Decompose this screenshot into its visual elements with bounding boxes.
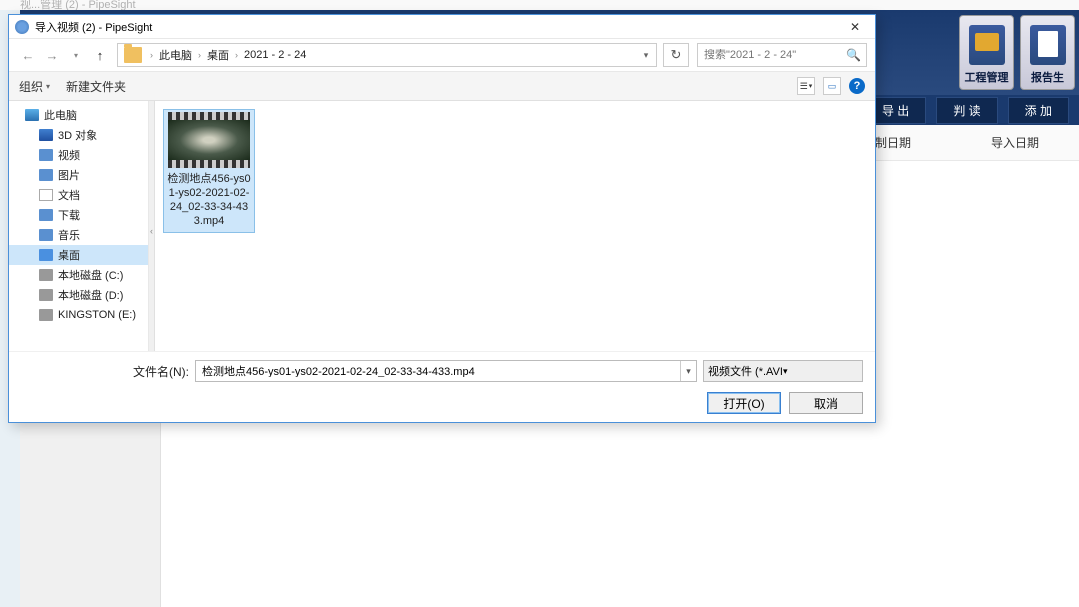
nav-bar: ← → ▾ ↑ › 此电脑 › 桌面 › 2021 - 2 - 24 ▾ ↻ 🔍 bbox=[9, 39, 875, 71]
chevron-right-icon: › bbox=[231, 50, 242, 60]
tree-music[interactable]: 音乐 bbox=[9, 225, 148, 245]
picture-icon bbox=[39, 169, 53, 181]
proj-mgmt-button[interactable]: 工程管理 bbox=[959, 15, 1014, 90]
tree-desktop[interactable]: 桌面 bbox=[9, 245, 148, 265]
folder-icon bbox=[969, 25, 1005, 65]
tree-3d[interactable]: 3D 对象 bbox=[9, 125, 148, 145]
close-button[interactable]: ✕ bbox=[841, 18, 869, 36]
document-icon bbox=[39, 189, 53, 201]
chevron-right-icon: › bbox=[194, 50, 205, 60]
bg-titlebar: 视...管理 (2) - PipeSight bbox=[0, 0, 1079, 10]
dialog-footer: 文件名(N): ▾ 视频文件 (*.AVI;*.ASF;*.MP4;*. ▾ 打… bbox=[9, 351, 875, 422]
tree-kingston[interactable]: KINGSTON (E:) bbox=[9, 305, 148, 325]
filetype-combo[interactable]: 视频文件 (*.AVI;*.ASF;*.MP4;*. ▾ bbox=[703, 360, 863, 382]
disk-icon bbox=[39, 289, 53, 301]
help-icon[interactable]: ? bbox=[849, 78, 865, 94]
tree-resize-handle[interactable] bbox=[149, 101, 155, 351]
search-icon[interactable]: 🔍 bbox=[846, 48, 861, 62]
refresh-button[interactable]: ↻ bbox=[663, 43, 689, 67]
disk-icon bbox=[39, 309, 53, 321]
chevron-down-icon[interactable]: ▾ bbox=[783, 366, 858, 377]
chevron-right-icon: › bbox=[146, 50, 157, 60]
view-mode-button[interactable]: ☰▾ bbox=[797, 77, 815, 95]
tree-video[interactable]: 视频 bbox=[9, 145, 148, 165]
bc-desktop[interactable]: 桌面 bbox=[205, 47, 231, 63]
chevron-down-icon[interactable]: ▾ bbox=[638, 50, 654, 61]
app-icon bbox=[15, 20, 29, 34]
bc-pc[interactable]: 此电脑 bbox=[157, 47, 194, 63]
file-open-dialog: 导入视频 (2) - PipeSight ✕ ← → ▾ ↑ › 此电脑 › 桌… bbox=[8, 14, 876, 423]
desktop-icon bbox=[39, 249, 53, 261]
report-gen-button[interactable]: 报告生 bbox=[1020, 15, 1075, 90]
pc-icon bbox=[25, 109, 39, 121]
nav-tree[interactable]: 此电脑 3D 对象 视频 图片 文档 下载 音乐 桌面 本地磁盘 (C:) 本地… bbox=[9, 101, 149, 351]
filetype-label: 视频文件 (*.AVI;*.ASF;*.MP4;*. bbox=[708, 363, 783, 379]
disk-icon bbox=[39, 269, 53, 281]
filename-input[interactable] bbox=[196, 365, 680, 377]
open-button[interactable]: 打开(O) bbox=[707, 392, 781, 414]
folder-icon bbox=[124, 47, 142, 63]
dialog-toolbar: 组织 新建文件夹 ☰▾ ▭ ? bbox=[9, 71, 875, 101]
tree-pic[interactable]: 图片 bbox=[9, 165, 148, 185]
music-icon bbox=[39, 229, 53, 241]
up-button[interactable]: ↑ bbox=[89, 44, 111, 66]
chevron-down-icon[interactable]: ▾ bbox=[680, 361, 696, 381]
forward-button: → bbox=[41, 44, 63, 66]
dialog-titlebar: 导入视频 (2) - PipeSight ✕ bbox=[9, 15, 875, 39]
tree-disk-d[interactable]: 本地磁盘 (D:) bbox=[9, 285, 148, 305]
download-icon bbox=[39, 209, 53, 221]
file-list[interactable]: 检测地点456-ys01-ys02-2021-02-24_02-33-34-43… bbox=[155, 101, 875, 351]
dialog-title: 导入视频 (2) - PipeSight bbox=[35, 19, 841, 35]
doc-icon bbox=[1030, 25, 1066, 65]
judge-button[interactable]: 判 读 bbox=[936, 97, 997, 124]
organize-menu[interactable]: 组织 bbox=[19, 78, 50, 95]
file-item[interactable]: 检测地点456-ys01-ys02-2021-02-24_02-33-34-43… bbox=[163, 109, 255, 233]
file-name-label: 检测地点456-ys01-ys02-2021-02-24_02-33-34-43… bbox=[164, 170, 254, 232]
search-input[interactable] bbox=[704, 49, 846, 61]
cube-icon bbox=[39, 129, 53, 141]
dialog-body: 此电脑 3D 对象 视频 图片 文档 下载 音乐 桌面 本地磁盘 (C:) 本地… bbox=[9, 101, 875, 351]
bc-folder[interactable]: 2021 - 2 - 24 bbox=[242, 49, 308, 61]
preview-pane-button[interactable]: ▭ bbox=[823, 77, 841, 95]
tree-disk-c[interactable]: 本地磁盘 (C:) bbox=[9, 265, 148, 285]
back-button[interactable]: ← bbox=[17, 44, 39, 66]
tree-pc[interactable]: 此电脑 bbox=[9, 105, 148, 125]
breadcrumb[interactable]: › 此电脑 › 桌面 › 2021 - 2 - 24 ▾ bbox=[117, 43, 657, 67]
tree-download[interactable]: 下载 bbox=[9, 205, 148, 225]
filename-label: 文件名(N): bbox=[133, 363, 189, 380]
col-impdate[interactable]: 导入日期 bbox=[991, 134, 1039, 151]
video-icon bbox=[39, 149, 53, 161]
new-folder-button[interactable]: 新建文件夹 bbox=[66, 78, 126, 95]
video-thumbnail bbox=[168, 112, 250, 168]
filename-combo[interactable]: ▾ bbox=[195, 360, 697, 382]
recent-button[interactable]: ▾ bbox=[65, 44, 87, 66]
cancel-button[interactable]: 取消 bbox=[789, 392, 863, 414]
add-button[interactable]: 添 加 bbox=[1008, 97, 1069, 124]
tree-doc[interactable]: 文档 bbox=[9, 185, 148, 205]
search-box[interactable]: 🔍 bbox=[697, 43, 867, 67]
